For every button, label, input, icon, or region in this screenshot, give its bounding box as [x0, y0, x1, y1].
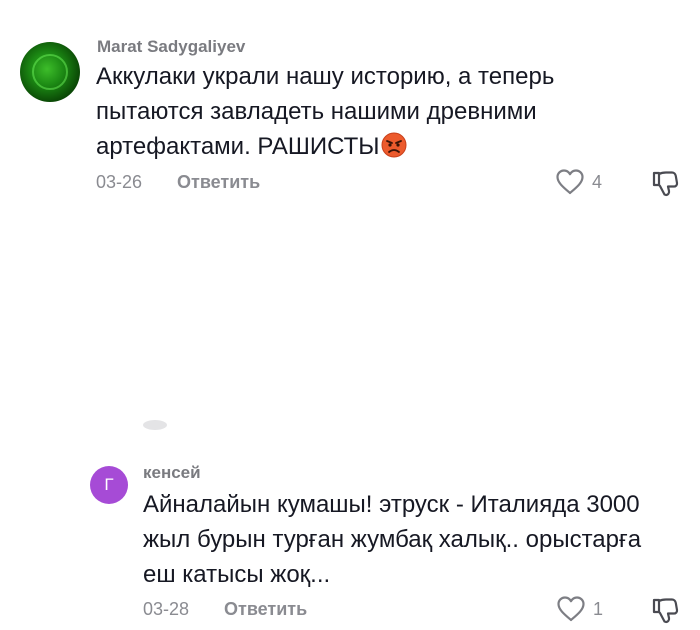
- yin-yang-icon: [32, 54, 68, 90]
- heart-icon: [557, 596, 585, 622]
- thumbs-down-icon: [652, 598, 679, 624]
- comment-text-body: Аккулаки украли нашу историю, а теперь п…: [96, 63, 555, 160]
- like-button[interactable]: 4: [555, 168, 602, 196]
- avatar[interactable]: [20, 42, 80, 102]
- like-button[interactable]: 1: [556, 595, 603, 623]
- avatar[interactable]: Г: [90, 466, 128, 504]
- reply-comment-item: Г кенсей Айналайын кумашы! этруск - Итал…: [0, 226, 700, 624]
- like-count: 4: [592, 171, 603, 192]
- next-comment-avatar: [143, 420, 167, 430]
- comment-text: Айналайын кумашы! этруск - Италияда 3000…: [143, 491, 642, 588]
- angry-face-icon: [381, 132, 407, 158]
- reply-button[interactable]: Ответить: [177, 172, 260, 193]
- dislike-button[interactable]: [650, 168, 680, 203]
- like-count: 1: [593, 598, 604, 619]
- thumbs-down-icon: [652, 171, 679, 197]
- dislike-button[interactable]: [650, 595, 680, 630]
- comment-item: Marat Sadygaliyev Аккулаки украли нашу и…: [0, 0, 700, 226]
- heart-icon: [556, 169, 584, 195]
- comment-username[interactable]: кенсей: [143, 463, 201, 483]
- comment-date: 03-28: [143, 599, 190, 619]
- comment-date: 03-26: [96, 172, 143, 192]
- reply-button[interactable]: Ответить: [224, 599, 307, 620]
- comment-text: Аккулаки украли нашу историю, а теперь п…: [96, 59, 616, 164]
- comment-username[interactable]: Marat Sadygaliyev: [97, 37, 245, 57]
